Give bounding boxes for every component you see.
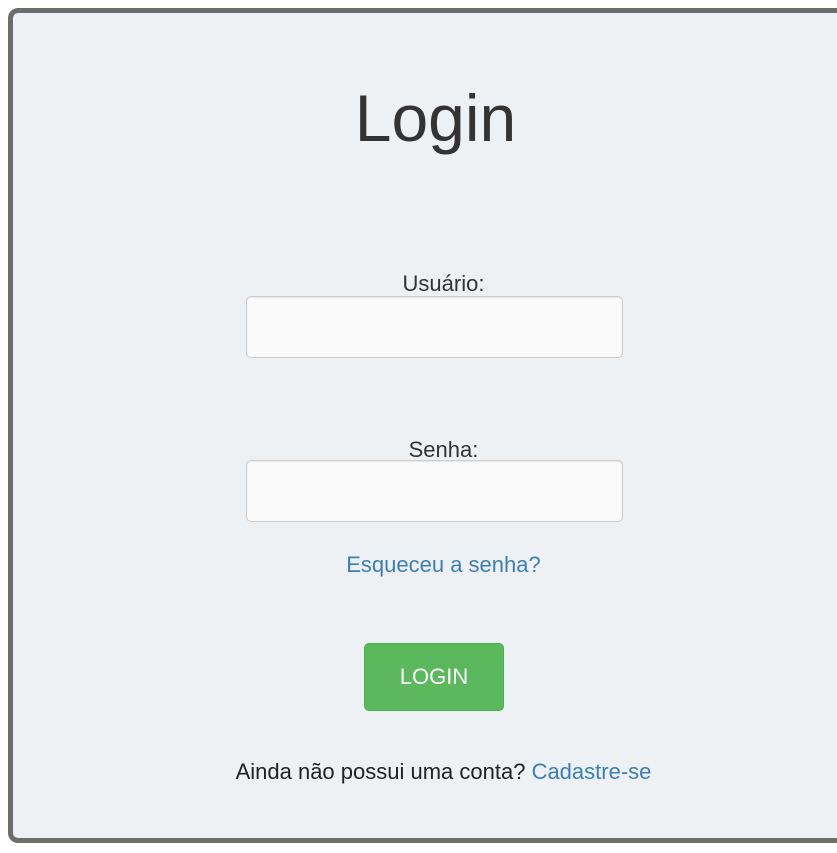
page-title: Login	[354, 81, 517, 155]
login-button[interactable]: LOGIN	[364, 643, 504, 711]
username-label: Usuário:	[402, 271, 485, 296]
signup-prompt: Ainda não possui uma conta?	[235, 759, 532, 784]
username-input[interactable]	[246, 296, 623, 358]
signup-link[interactable]: Cadastre-se	[532, 759, 652, 784]
password-input[interactable]	[246, 460, 623, 522]
login-panel: Login Usuário: Senha: Esqueceu a senha? …	[8, 8, 837, 843]
signup-row: Ainda não possui uma conta? Cadastre-se	[13, 759, 837, 785]
forgot-password-link[interactable]: Esqueceu a senha?	[13, 552, 837, 578]
